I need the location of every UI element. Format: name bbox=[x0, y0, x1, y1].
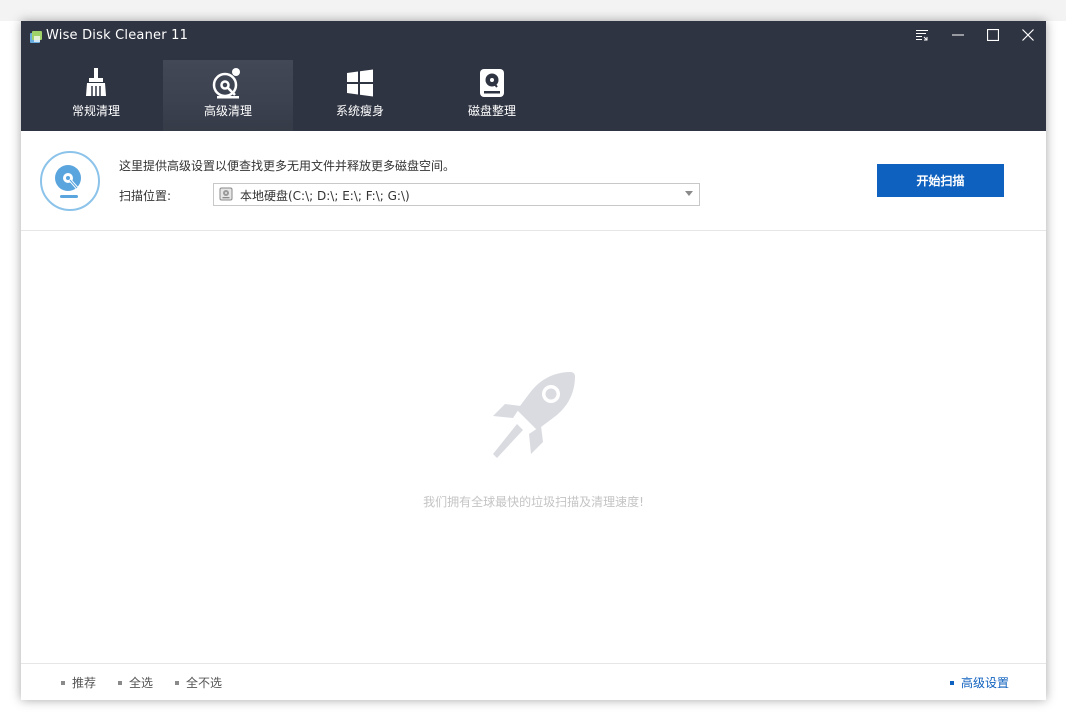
advanced-settings-link[interactable]: 高级设置 bbox=[950, 674, 1009, 691]
windows-icon bbox=[347, 69, 373, 97]
bullet-icon bbox=[950, 680, 954, 685]
menu-icon bbox=[916, 30, 928, 41]
close-button[interactable] bbox=[1010, 21, 1046, 49]
tab-advanced-clean[interactable]: 高级清理 bbox=[163, 60, 293, 131]
tab-disk-defrag[interactable]: 磁盘整理 bbox=[427, 60, 557, 131]
bullet-icon bbox=[175, 680, 179, 685]
close-icon bbox=[1022, 29, 1034, 41]
recommend-link[interactable]: 推荐 bbox=[61, 674, 96, 691]
select-none-link[interactable]: 全不选 bbox=[175, 674, 222, 691]
select-all-link[interactable]: 全选 bbox=[118, 674, 153, 691]
tab-label: 磁盘整理 bbox=[467, 104, 516, 118]
minimize-icon bbox=[952, 34, 964, 36]
broom-icon bbox=[86, 68, 106, 96]
menu-button[interactable] bbox=[904, 21, 940, 49]
disk-defrag-icon bbox=[480, 69, 504, 97]
scan-header: 这里提供高级设置以便查找更多无用文件并释放更多磁盘空间。 扫描位置: 本地硬盘(… bbox=[21, 131, 1046, 231]
window-title: Wise Disk Cleaner 11 bbox=[46, 28, 189, 43]
tab-label: 常规清理 bbox=[71, 104, 120, 118]
desktop-background bbox=[0, 0, 1066, 21]
empty-state-message: 我们拥有全球最快的垃圾扫描及清理速度! bbox=[423, 495, 644, 509]
tab-label: 高级清理 bbox=[203, 104, 252, 118]
scan-location-select[interactable]: 本地硬盘(C:\; D:\; E:\; F:\; G:\) bbox=[213, 183, 700, 206]
footer-bar: 推荐 全选 全不选 高级设置 bbox=[21, 663, 1046, 700]
maximize-button[interactable] bbox=[975, 21, 1011, 49]
hard-disk-cleanup-icon bbox=[40, 151, 100, 211]
tab-system-slim[interactable]: 系统瘦身 bbox=[295, 60, 425, 131]
scan-description: 这里提供高级设置以便查找更多无用文件并释放更多磁盘空间。 bbox=[119, 159, 456, 173]
disk-cleanup-icon bbox=[212, 68, 240, 99]
rocket-icon bbox=[493, 372, 575, 458]
bullet-icon bbox=[118, 680, 122, 685]
scan-location-label: 扫描位置: bbox=[119, 189, 172, 203]
title-bar: Wise Disk Cleaner 11 常规清理 高级清理 系统瘦身 磁盘整理 bbox=[21, 21, 1046, 131]
select-all-label: 全选 bbox=[129, 676, 154, 690]
app-window: Wise Disk Cleaner 11 常规清理 高级清理 系统瘦身 磁盘整理… bbox=[21, 21, 1046, 700]
drive-icon bbox=[219, 187, 233, 201]
app-logo-icon bbox=[30, 31, 42, 43]
bullet-icon bbox=[61, 680, 65, 685]
recommend-label: 推荐 bbox=[72, 676, 97, 690]
start-scan-button[interactable]: 开始扫描 bbox=[877, 164, 1004, 197]
advanced-settings-label: 高级设置 bbox=[961, 676, 1010, 690]
minimize-button[interactable] bbox=[940, 21, 976, 49]
tab-label: 系统瘦身 bbox=[335, 104, 384, 118]
scan-location-value: 本地硬盘(C:\; D:\; E:\; F:\; G:\) bbox=[240, 189, 410, 203]
maximize-icon bbox=[987, 29, 999, 41]
tab-standard-clean[interactable]: 常规清理 bbox=[31, 60, 161, 131]
select-none-label: 全不选 bbox=[186, 676, 223, 690]
chevron-down-icon bbox=[685, 191, 693, 196]
